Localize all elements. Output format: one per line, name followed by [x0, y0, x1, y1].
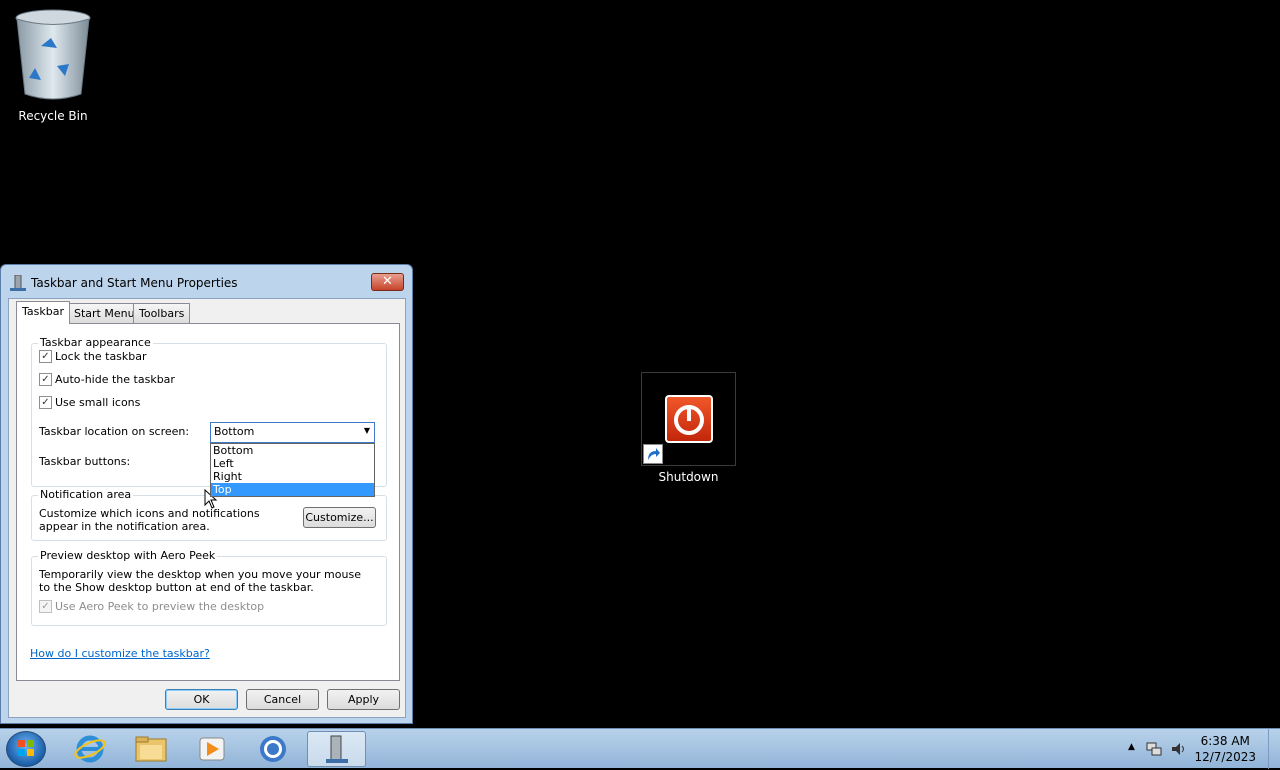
show-desktop-button[interactable]	[1268, 729, 1280, 769]
aero-peek-description: Temporarily view the desktop when you mo…	[39, 568, 361, 594]
taskbar-internet-explorer[interactable]	[62, 731, 118, 767]
taskbar-media-player[interactable]	[184, 731, 240, 767]
windows-logo-icon	[18, 740, 34, 756]
tab-taskbar[interactable]: Taskbar	[16, 301, 70, 324]
notification-area-title: Notification area	[38, 488, 134, 501]
notification-description: Customize which icons and notifications …	[39, 507, 260, 533]
location-option-bottom[interactable]: Bottom	[211, 444, 374, 457]
tab-toolbars[interactable]: Toolbars	[133, 303, 191, 323]
small-icons-checkbox[interactable]: ✓ Use small icons	[39, 396, 140, 409]
recycle-bin-icon	[15, 9, 91, 100]
auto-hide-checkbox[interactable]: ✓ Auto-hide the taskbar	[39, 373, 175, 386]
taskbar-properties-window[interactable]	[307, 731, 366, 767]
volume-icon[interactable]	[1170, 741, 1188, 757]
aero-peek-checkbox[interactable]: ✓ Use Aero Peek to preview the desktop	[39, 600, 264, 613]
checkmark-icon: ✓	[39, 373, 52, 386]
show-hidden-icons-icon[interactable]: ▲	[1128, 742, 1135, 752]
taskbar-appearance-title: Taskbar appearance	[38, 336, 153, 349]
shutdown-label: Shutdown	[658, 470, 719, 484]
location-selected-value: Bottom	[214, 425, 255, 438]
checkmark-icon: ✓	[39, 600, 52, 613]
power-icon	[665, 395, 713, 443]
location-option-left[interactable]: Left	[211, 457, 374, 470]
chevron-down-icon: ▼	[363, 426, 370, 435]
shutdown-desktop-icon[interactable]: Shutdown	[641, 372, 736, 484]
clock-date: 12/7/2023	[1194, 750, 1256, 764]
start-button[interactable]	[6, 731, 46, 767]
network-icon[interactable]	[1146, 741, 1162, 757]
ok-button[interactable]: OK	[165, 689, 238, 710]
customize-button[interactable]: Customize...	[303, 507, 376, 528]
dialog-titlebar[interactable]: Taskbar and Start Menu Properties ✕	[1, 265, 412, 298]
shortcut-arrow-icon	[643, 444, 663, 464]
clock-time: 6:38 AM	[1200, 734, 1250, 748]
taskbar-buttons-label: Taskbar buttons:	[39, 455, 131, 468]
taskbar-properties-icon	[326, 735, 348, 763]
aero-peek-title: Preview desktop with Aero Peek	[38, 549, 218, 562]
lock-taskbar-checkbox[interactable]: ✓ Lock the taskbar	[39, 350, 147, 363]
checkmark-icon: ✓	[39, 396, 52, 409]
taskbar-chrome[interactable]	[245, 731, 301, 767]
location-option-right[interactable]: Right	[211, 470, 374, 483]
checkmark-icon: ✓	[39, 350, 52, 363]
clock[interactable]: 6:38 AM 12/7/2023	[1194, 733, 1256, 765]
apply-button[interactable]: Apply	[327, 689, 400, 710]
close-button[interactable]: ✕	[371, 273, 404, 291]
taskbar-location-dropdown-list: Bottom Left Right Top	[210, 443, 375, 497]
taskbar-properties-icon	[10, 274, 26, 291]
recycle-bin-desktop-icon[interactable]: Recycle Bin	[10, 6, 96, 123]
taskbar-windows-explorer[interactable]	[123, 731, 179, 767]
close-icon: ✕	[382, 274, 393, 289]
help-link[interactable]: How do I customize the taskbar?	[30, 647, 210, 660]
notification-tray: ▲ 6:38 AM 12/7/2023	[1120, 729, 1280, 769]
chrome-icon	[260, 736, 286, 762]
tab-start-menu[interactable]: Start Menu	[68, 303, 141, 323]
internet-explorer-icon	[74, 735, 106, 763]
folder-icon	[135, 736, 167, 762]
media-player-icon	[199, 737, 225, 761]
location-label: Taskbar location on screen:	[39, 425, 190, 438]
shutdown-tile	[641, 372, 736, 466]
recycle-bin-label: Recycle Bin	[18, 109, 88, 123]
location-option-top[interactable]: Top	[211, 483, 374, 496]
taskbar: ▲ 6:38 AM 12/7/2023	[0, 728, 1280, 769]
taskbar-location-select[interactable]: Bottom ▼	[210, 422, 375, 443]
dialog-title: Taskbar and Start Menu Properties	[31, 276, 238, 290]
cancel-button[interactable]: Cancel	[246, 689, 319, 710]
